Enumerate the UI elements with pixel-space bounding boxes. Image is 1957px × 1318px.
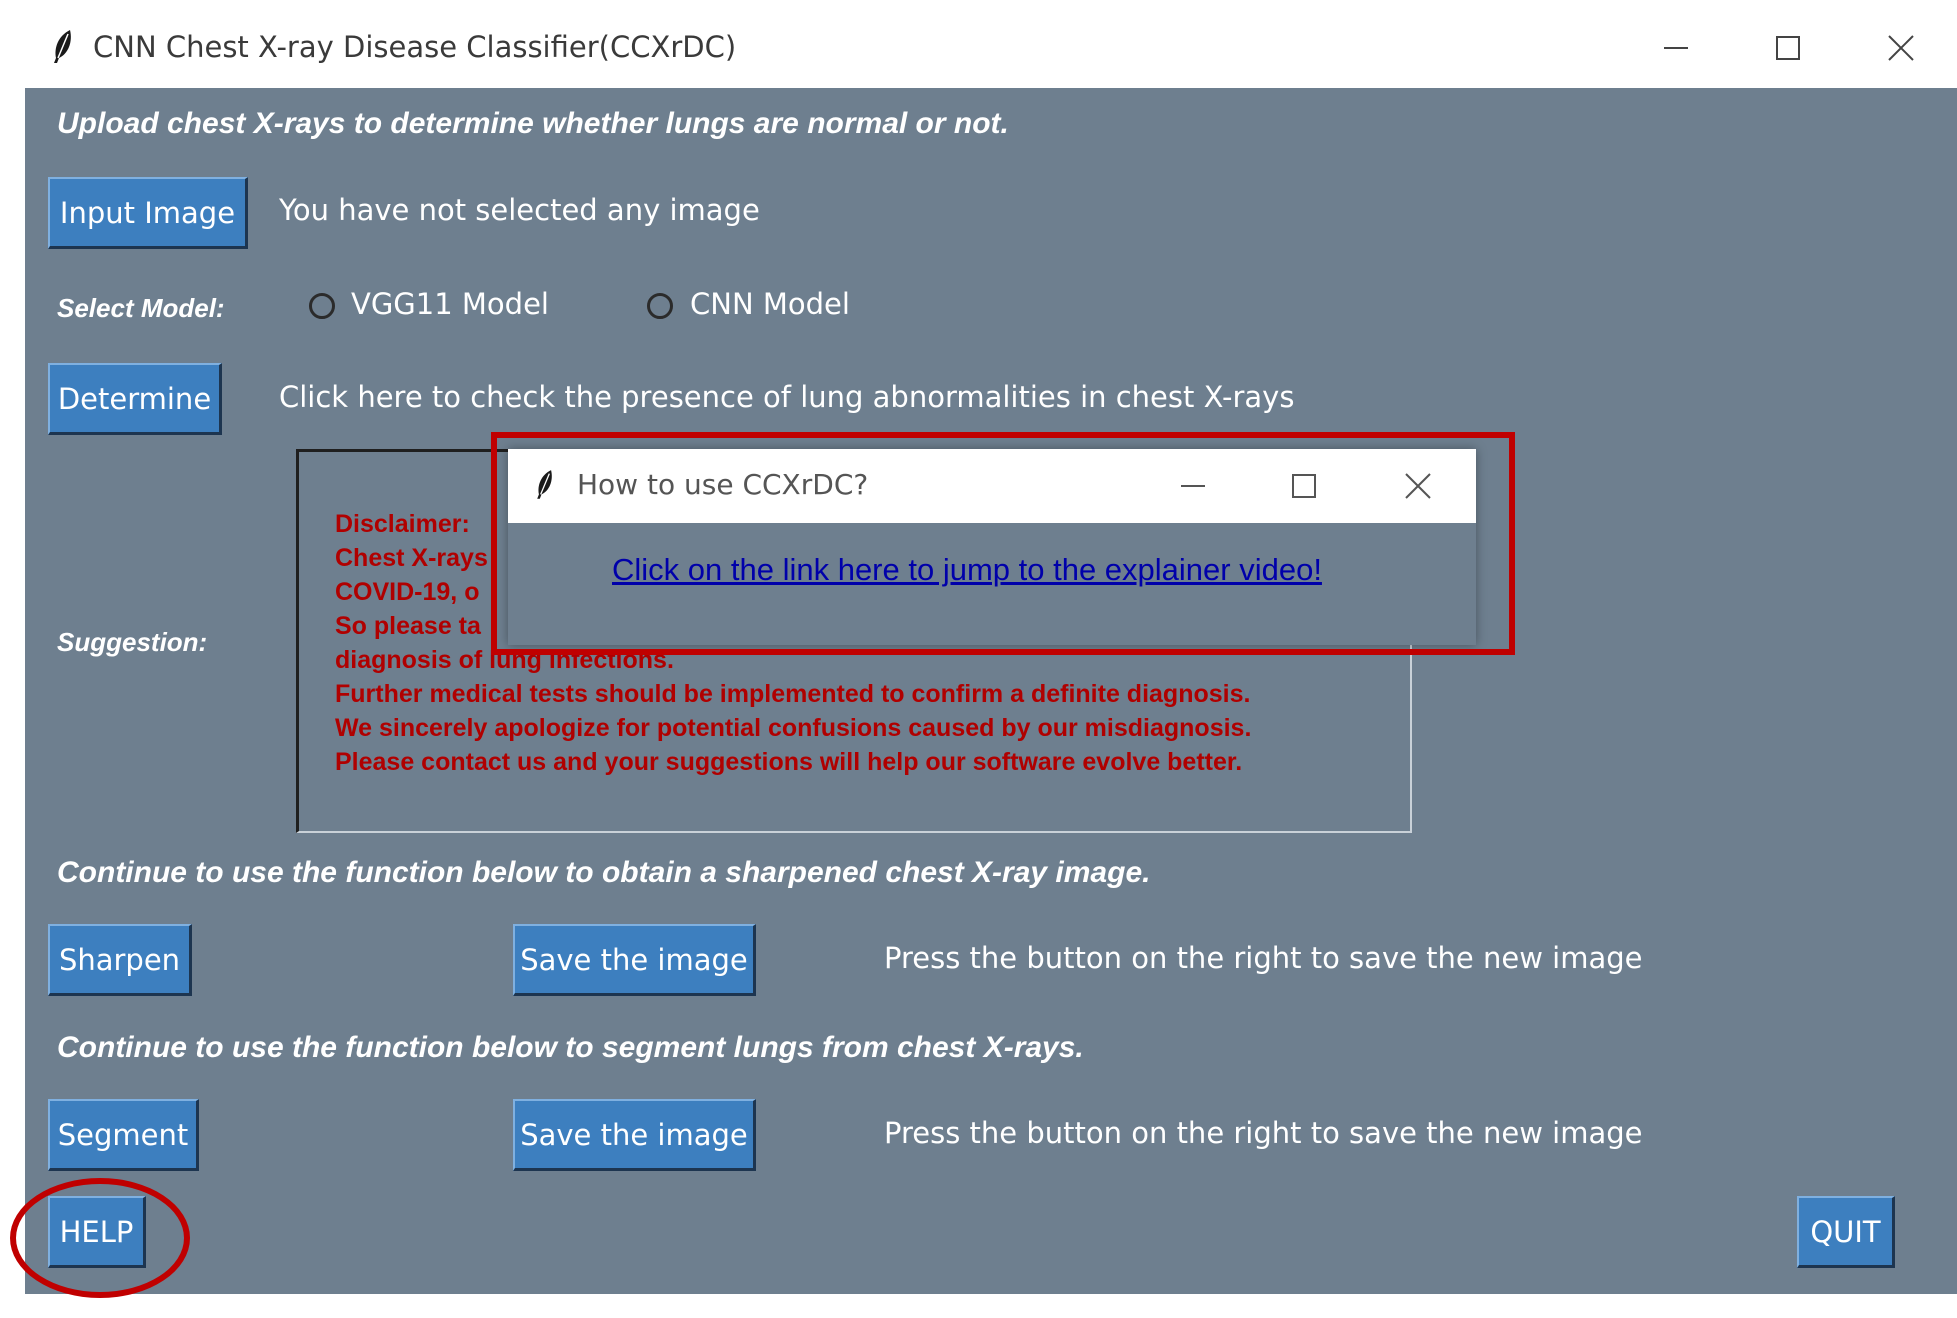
sharpen-button[interactable]: Sharpen (48, 924, 192, 996)
suggestion-line: COVID-19, o (335, 578, 480, 606)
vgg11-radio[interactable] (309, 293, 335, 319)
sharpen-heading: Continue to use the function below to ob… (57, 856, 1151, 889)
suggestion-label: Suggestion: (57, 627, 208, 657)
suggestion-line: Disclaimer: (335, 510, 470, 538)
save-sharpened-button[interactable]: Save the image (513, 924, 756, 996)
header-text: Upload chest X-rays to determine whether… (57, 107, 1009, 140)
cnn-option-label: CNN Model (690, 287, 850, 321)
save-segmented-button[interactable]: Save the image (513, 1099, 756, 1171)
minimize-icon (1664, 47, 1688, 49)
suggestion-line: We sincerely apologize for potential con… (335, 714, 1252, 742)
segment-heading: Continue to use the function below to se… (57, 1031, 1084, 1064)
highlight-circle (10, 1178, 190, 1298)
window-title: CNN Chest X-ray Disease Classifier(CCXrD… (93, 30, 737, 64)
image-status-text: You have not selected any image (279, 193, 760, 227)
segment-button[interactable]: Segment (48, 1099, 199, 1171)
suggestion-line: Please contact us and your suggestions w… (335, 748, 1243, 776)
maximize-icon (1776, 36, 1800, 60)
quit-button[interactable]: QUIT (1797, 1196, 1895, 1268)
determine-description: Click here to check the presence of lung… (279, 380, 1295, 414)
close-button[interactable] (1875, 22, 1927, 74)
highlight-box (491, 432, 1515, 655)
input-image-button[interactable]: Input Image (48, 177, 248, 249)
suggestion-line: Further medical tests should be implemen… (335, 680, 1251, 708)
suggestion-line: So please ta (335, 612, 481, 640)
feather-icon (54, 30, 71, 63)
vgg11-option-label: VGG11 Model (351, 287, 549, 321)
determine-button[interactable]: Determine (48, 363, 222, 435)
suggestion-line: Chest X-rays (335, 544, 488, 572)
sharpen-save-hint: Press the button on the right to save th… (884, 941, 1643, 975)
minimize-button[interactable] (1650, 22, 1702, 74)
maximize-button[interactable] (1762, 22, 1814, 74)
segment-save-hint: Press the button on the right to save th… (884, 1116, 1643, 1150)
window-titlebar: CNN Chest X-ray Disease Classifier(CCXrD… (0, 0, 1957, 88)
cnn-radio[interactable] (647, 293, 673, 319)
close-icon (1888, 35, 1914, 61)
select-model-label: Select Model: (57, 293, 225, 323)
